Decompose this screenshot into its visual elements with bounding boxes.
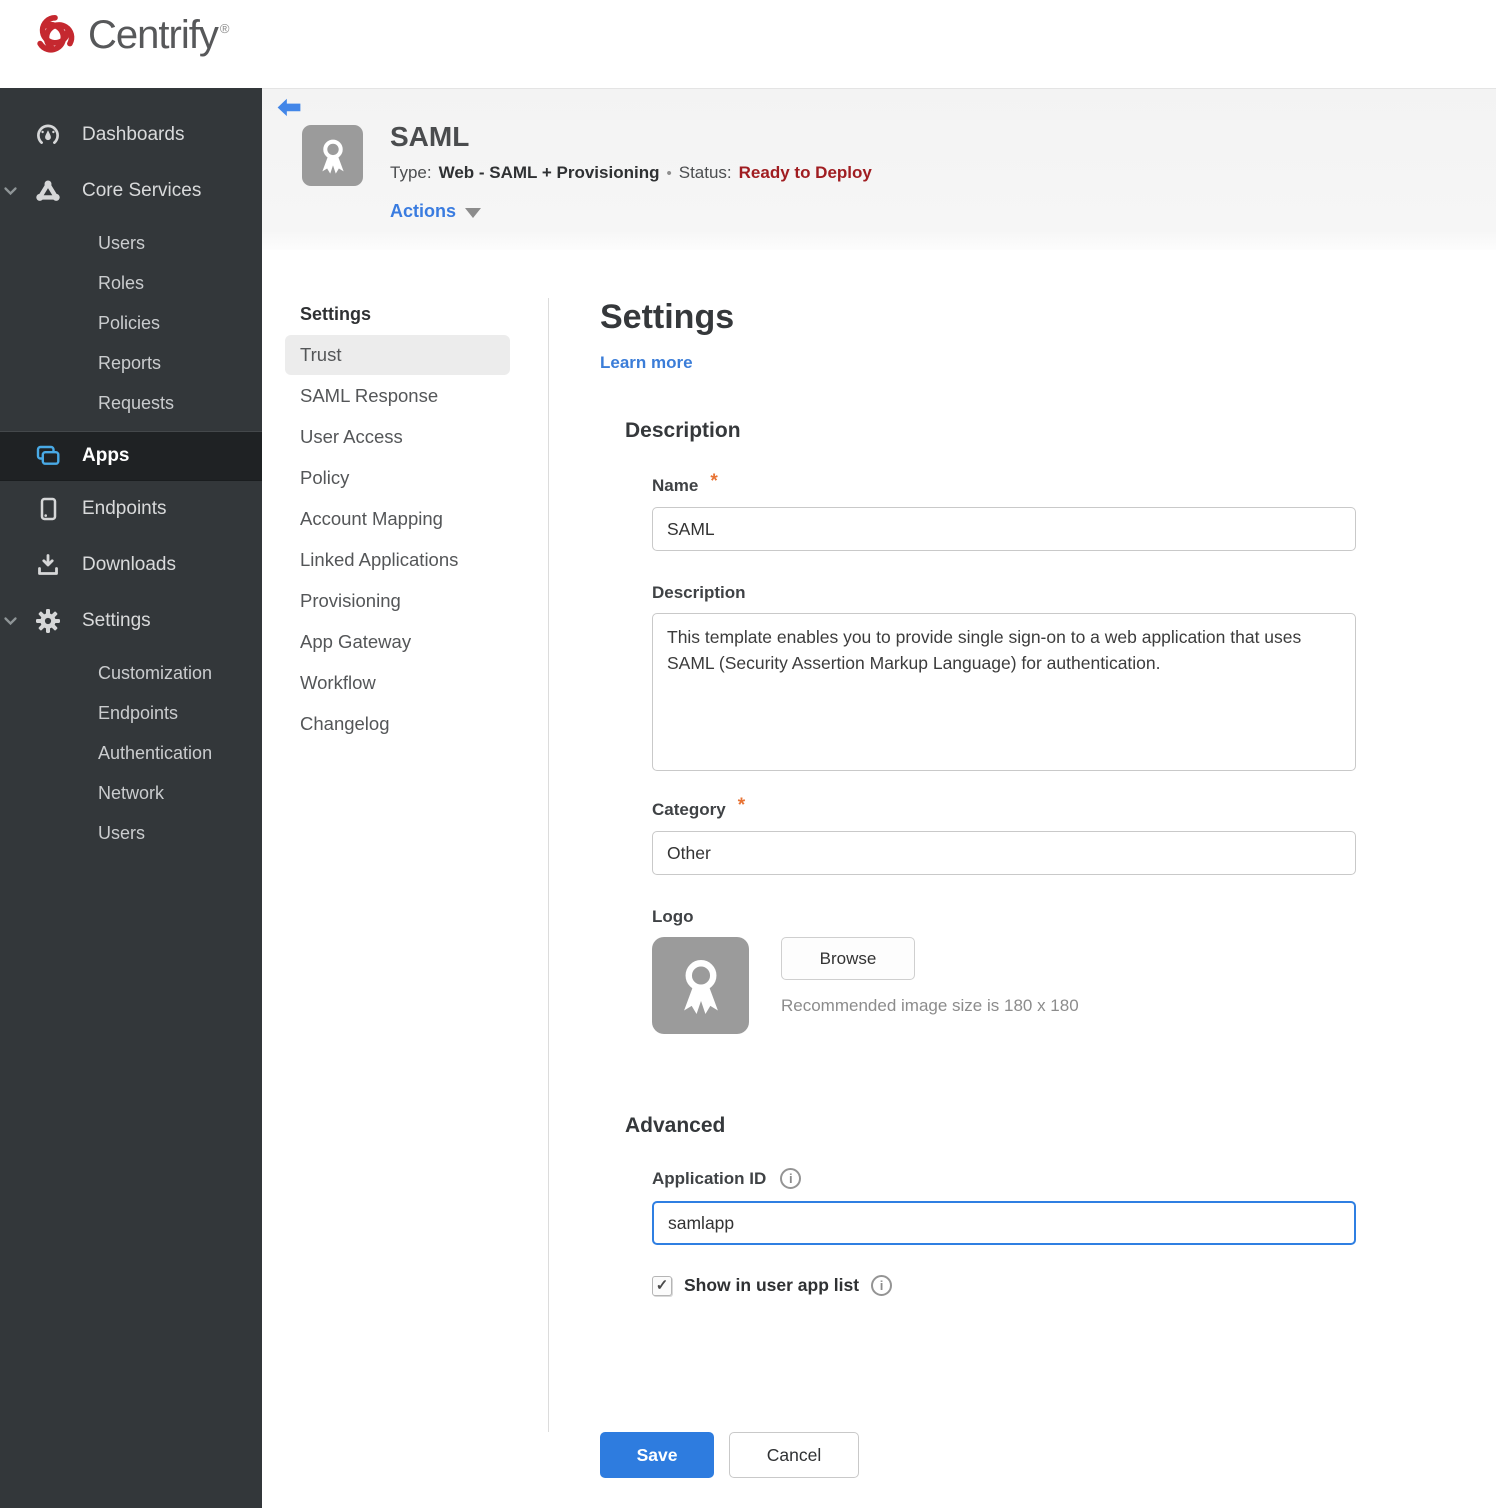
status-label: Status: — [678, 163, 732, 182]
browse-button[interactable]: Browse — [781, 937, 915, 980]
back-arrow-icon[interactable] — [276, 97, 302, 119]
actions-label: Actions — [390, 201, 457, 221]
status-value: Ready to Deploy — [738, 163, 872, 182]
brand-name: Centrify ® — [88, 12, 230, 57]
type-value: Web - SAML + Provisioning — [438, 163, 660, 182]
show-in-user-app-list-checkbox[interactable]: ✓ — [652, 1275, 672, 1296]
content-body: Settings Trust SAML Response User Access… — [262, 250, 1496, 1432]
content-area: SAML Type: Web - SAML + Provisioning • S… — [262, 88, 1496, 1508]
app-header: SAML Type: Web - SAML + Provisioning • S… — [262, 88, 1496, 250]
settings-submenu: Customization Endpoints Authentication N… — [0, 649, 262, 861]
app-settings-subnav: Settings Trust SAML Response User Access… — [262, 298, 548, 1432]
sidebar-item-settings-users[interactable]: Users — [0, 813, 262, 853]
ribbon-icon — [321, 139, 344, 174]
apps-icon — [35, 443, 61, 469]
application-id-label: Application ID — [652, 1168, 767, 1188]
cancel-button[interactable]: Cancel — [729, 1432, 859, 1478]
page-title: Settings — [600, 298, 735, 336]
checkmark-icon: ✓ — [655, 1277, 669, 1294]
logo-label: Logo — [652, 907, 694, 926]
sidebar-item-settings[interactable]: Settings — [0, 593, 262, 649]
sidebar-item-users[interactable]: Users — [0, 223, 262, 263]
top-bar: Centrify ® — [0, 0, 1496, 88]
settings-panel: Settings Learn more Description Name * D… — [548, 298, 1496, 1432]
subnav-item-policy[interactable]: Policy — [285, 458, 510, 498]
sidebar-item-customization[interactable]: Customization — [0, 653, 262, 693]
logo-preview — [652, 937, 749, 1034]
registered-mark: ® — [219, 21, 230, 37]
learn-more-link[interactable]: Learn more — [600, 353, 693, 373]
chevron-down-icon[interactable] — [3, 186, 18, 197]
required-asterisk: * — [710, 471, 718, 492]
sidebar-item-label: Apps — [82, 445, 130, 466]
show-in-user-app-list-label: Show in user app list — [684, 1275, 860, 1295]
core-services-icon — [35, 178, 61, 204]
caret-down-icon — [465, 207, 482, 218]
description-form: Name * Description This template enables… — [652, 471, 1496, 1034]
chevron-down-icon[interactable] — [3, 616, 18, 627]
category-label: Category — [652, 800, 726, 819]
app-logo — [302, 125, 363, 186]
subnav-item-provisioning[interactable]: Provisioning — [285, 581, 510, 621]
sidebar-item-label: Dashboards — [82, 124, 185, 145]
app-title: SAML — [390, 121, 470, 152]
form-footer: Save Cancel — [600, 1432, 1496, 1498]
subnav-item-app-gateway[interactable]: App Gateway — [285, 622, 510, 662]
sidebar-item-label: Downloads — [82, 554, 176, 575]
sidebar-item-policies[interactable]: Policies — [0, 303, 262, 343]
gear-icon — [35, 608, 61, 634]
sidebar-item-reports[interactable]: Reports — [0, 343, 262, 383]
download-icon — [35, 552, 61, 578]
sidebar: Dashboards Core Services Users Roles Pol… — [0, 88, 262, 1508]
subnav-item-account-mapping[interactable]: Account Mapping — [285, 499, 510, 539]
name-label: Name — [652, 476, 699, 495]
sidebar-item-label: Core Services — [82, 180, 202, 201]
subnav-item-workflow[interactable]: Workflow — [285, 663, 510, 703]
category-field[interactable] — [652, 831, 1356, 875]
name-field[interactable] — [652, 507, 1356, 551]
type-label: Type: — [390, 163, 432, 182]
ribbon-icon — [683, 959, 718, 1014]
sidebar-item-settings-endpoints[interactable]: Endpoints — [0, 693, 262, 733]
sidebar-item-label: Settings — [82, 610, 151, 631]
sidebar-item-label: Endpoints — [82, 498, 167, 519]
sidebar-item-roles[interactable]: Roles — [0, 263, 262, 303]
sidebar-item-endpoints[interactable]: Endpoints — [0, 481, 262, 537]
core-services-submenu: Users Roles Policies Reports Requests — [0, 219, 262, 431]
sidebar-item-network[interactable]: Network — [0, 773, 262, 813]
subnav-item-saml-response[interactable]: SAML Response — [285, 376, 510, 416]
subnav-item-trust[interactable]: Trust — [285, 335, 510, 375]
subnav-header: Settings — [300, 304, 372, 324]
centrify-logo: Centrify ® — [30, 10, 230, 60]
info-icon[interactable]: i — [871, 1275, 893, 1296]
subnav-item-user-access[interactable]: User Access — [285, 417, 510, 457]
info-icon[interactable]: i — [780, 1168, 802, 1189]
required-asterisk: * — [737, 795, 746, 816]
subnav-item-linked-applications[interactable]: Linked Applications — [285, 540, 510, 580]
description-section-heading: Description — [625, 419, 741, 442]
sidebar-item-authentication[interactable]: Authentication — [0, 733, 262, 773]
description-field[interactable]: This template enables you to provide sin… — [652, 613, 1356, 771]
description-label: Description — [652, 583, 746, 602]
subnav-item-changelog[interactable]: Changelog — [285, 704, 510, 744]
page: Centrify ® Dashboards Core Services User… — [0, 0, 1496, 1508]
app-meta: Type: Web - SAML + Provisioning • Status… — [390, 163, 872, 183]
application-id-field[interactable] — [652, 1201, 1356, 1245]
sidebar-item-dashboards[interactable]: Dashboards — [0, 107, 262, 163]
advanced-form: Application ID i ✓ Show in user app list… — [652, 1168, 1496, 1296]
device-icon — [35, 496, 61, 522]
actions-dropdown[interactable]: Actions — [390, 201, 482, 222]
gauge-icon — [35, 122, 61, 148]
sidebar-item-core-services[interactable]: Core Services — [0, 163, 262, 219]
sidebar-item-downloads[interactable]: Downloads — [0, 537, 262, 593]
sidebar-item-requests[interactable]: Requests — [0, 383, 262, 423]
sidebar-item-apps[interactable]: Apps — [0, 431, 262, 481]
advanced-section-heading: Advanced — [625, 1114, 726, 1137]
centrify-swirl-icon — [30, 10, 80, 60]
meta-separator: • — [666, 164, 672, 182]
save-button[interactable]: Save — [600, 1432, 714, 1478]
logo-size-hint: Recommended image size is 180 x 180 — [781, 996, 1079, 1015]
